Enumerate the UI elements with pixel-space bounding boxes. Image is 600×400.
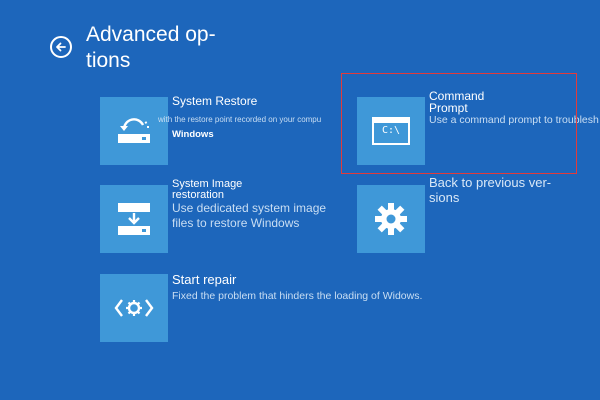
- command-prompt-title: Command Prompt: [429, 90, 599, 114]
- command-prompt-icon: C:\: [372, 117, 410, 145]
- system-image-icon: [118, 203, 150, 235]
- command-prompt-text: Command Prompt Use a command prompt to t…: [429, 90, 599, 127]
- back-to-previous-icon-box: [357, 185, 425, 253]
- command-prompt-tile[interactable]: C:\ Command Prompt Use a command prompt …: [357, 90, 599, 165]
- system-restore-tile[interactable]: System Restore with the restore point re…: [100, 94, 321, 165]
- gear-icon: [375, 203, 407, 235]
- back-to-previous-text: Back to previous ver- sions: [429, 175, 551, 205]
- header: Advanced op- tions: [50, 22, 246, 74]
- page-title: Advanced op- tions: [86, 22, 246, 74]
- command-prompt-title-line2: Prompt: [429, 101, 468, 115]
- start-repair-title: Start repair: [172, 272, 237, 287]
- system-restore-desc-line2: Windows: [172, 129, 214, 140]
- start-repair-tile[interactable]: Start repair Fixed the problem that hind…: [100, 272, 422, 342]
- system-restore-desc-line1: with the restore point recorded on your …: [158, 115, 322, 124]
- back-to-previous-version-tile[interactable]: Back to previous ver- sions: [357, 175, 551, 253]
- system-image-tile[interactable]: System Image restoration Use dedicated s…: [100, 179, 326, 253]
- system-image-icon-box: [100, 185, 168, 253]
- system-restore-icon: [118, 118, 150, 143]
- start-repair-icon-box: [100, 274, 168, 342]
- command-prompt-icon-bar: [374, 119, 408, 123]
- system-restore-text: System Restore with the restore point re…: [158, 94, 321, 141]
- repair-icon: [114, 299, 154, 317]
- back-to-previous-title: Back to previous ver- sions: [429, 175, 551, 205]
- system-image-title-line2: restoration: [172, 189, 224, 201]
- back-button[interactable]: [50, 36, 72, 58]
- system-image-title: System Image restoration: [172, 179, 326, 201]
- system-restore-description: with the restore point recorded on your …: [158, 113, 321, 141]
- page-title-line2: tions: [86, 49, 131, 72]
- back-to-previous-title-line2: sions: [429, 190, 460, 205]
- command-prompt-icon-box: C:\: [357, 97, 425, 165]
- system-image-text: System Image restoration Use dedicated s…: [172, 179, 326, 231]
- back-arrow-icon: [56, 42, 66, 52]
- page-title-line1: Advanced op-: [86, 23, 216, 46]
- start-repair-text: Start repair Fixed the problem that hind…: [172, 272, 422, 303]
- command-prompt-description: Use a command prompt to troublesh: [429, 114, 599, 126]
- system-image-desc-line2: files to restore Windows: [172, 216, 300, 230]
- start-repair-description: Fixed the problem that hinders the loadi…: [172, 290, 423, 302]
- back-to-previous-title-line1: Back to previous ver-: [429, 175, 552, 190]
- command-prompt-icon-text: C:\: [381, 125, 401, 136]
- system-image-desc-line1: Use dedicated system image: [172, 201, 327, 215]
- system-image-description: Use dedicated system image files to rest…: [172, 201, 326, 231]
- system-restore-title: System Restore: [172, 94, 258, 108]
